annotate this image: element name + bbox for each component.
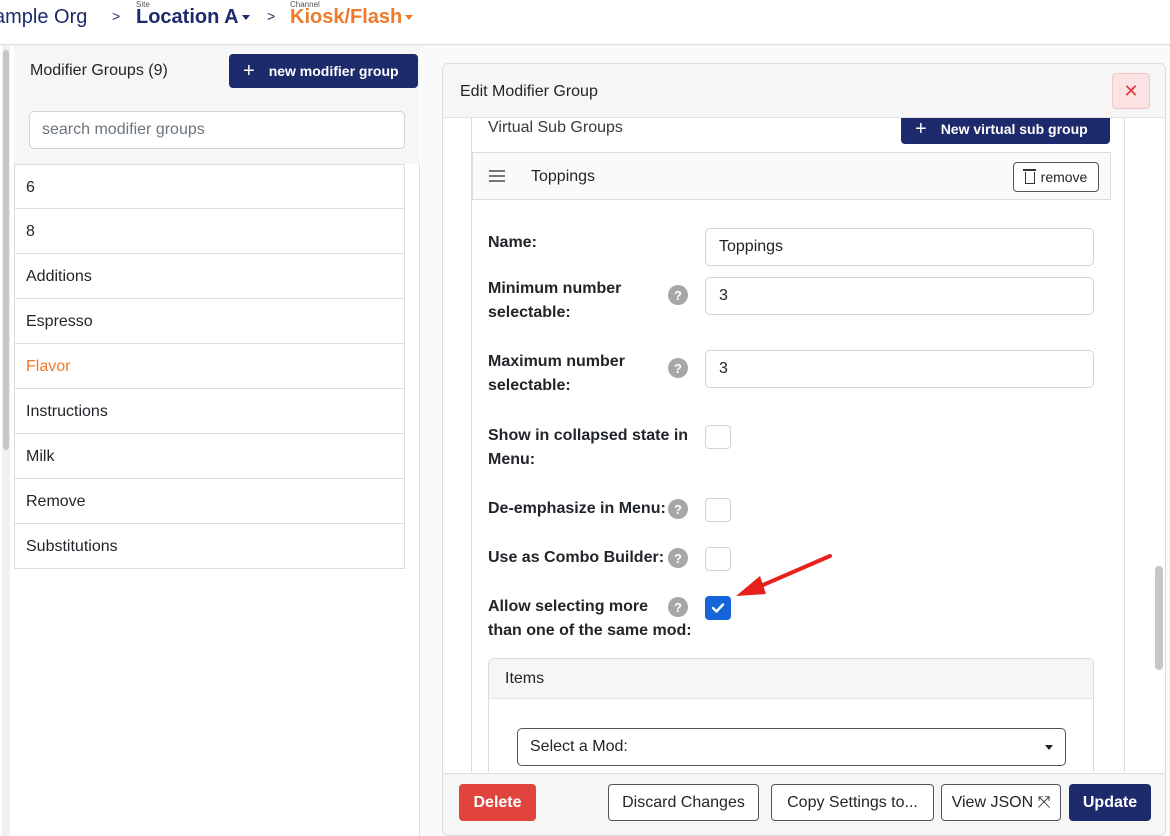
new-modifier-group-label: new modifier group (268, 63, 399, 79)
scrollbar-thumb[interactable] (3, 50, 9, 450)
name-label: Name: (488, 234, 537, 251)
modifier-group-item[interactable]: 8 (15, 209, 404, 254)
annotation-arrow-icon (736, 554, 832, 596)
close-icon: ✕ (1123, 80, 1139, 101)
select-mod-value: Select a Mod: (530, 738, 628, 755)
breadcrumb-separator: > (267, 8, 276, 24)
modifier-groups-title: Modifier Groups (9) (30, 62, 168, 79)
modifier-group-item[interactable]: Remove (15, 479, 404, 524)
min-label-line-1: Minimum number (488, 280, 622, 297)
modifier-groups-header: Modifier Groups (9) + new modifier group (14, 46, 420, 96)
modifier-group-item[interactable]: Substitutions (15, 524, 404, 569)
chevron-down-icon (1045, 745, 1053, 750)
max-selectable-field[interactable] (705, 350, 1094, 388)
update-button[interactable]: Update (1069, 784, 1151, 821)
virtual-sub-groups-title: Virtual Sub Groups (488, 119, 623, 136)
min-label-line-2: selectable: (488, 304, 571, 321)
modifier-group-item[interactable]: Flavor (15, 344, 404, 389)
modal-header: Edit Modifier Group ✕ (443, 64, 1165, 118)
sub-group-name: Toppings (531, 168, 596, 185)
allow-multiple-checkbox[interactable] (705, 596, 731, 620)
allow-multiple-label: Allow selecting more than one of the sam… (488, 595, 692, 643)
copy-settings-button[interactable]: Copy Settings to... (771, 784, 934, 821)
breadcrumb-site-name: Location A (136, 6, 239, 28)
breadcrumb-channel-label: Channel (290, 0, 320, 9)
help-icon[interactable]: ? (668, 499, 688, 519)
help-icon[interactable]: ? (668, 285, 688, 305)
virtual-sub-groups-section: Virtual Sub Groups + New virtual sub gro… (471, 118, 1125, 772)
name-field[interactable] (705, 228, 1094, 266)
modal-title: Edit Modifier Group (460, 83, 598, 100)
drag-handle-icon[interactable] (489, 170, 505, 182)
plus-icon: + (243, 60, 255, 82)
collapsed-state-label: Show in collapsed state in Menu: (488, 424, 688, 472)
checkmark-icon (711, 603, 725, 613)
modifier-groups-panel: Modifier Groups (9) + new modifier group… (0, 46, 420, 836)
min-selectable-field[interactable] (705, 277, 1094, 315)
combo-builder-label: Use as Combo Builder: (488, 549, 665, 566)
modifier-group-item[interactable]: 6 (15, 164, 404, 209)
deemphasize-checkbox[interactable] (705, 498, 731, 522)
help-icon[interactable]: ? (668, 548, 688, 568)
help-icon[interactable]: ? (668, 597, 688, 617)
modifier-group-item[interactable]: Espresso (15, 299, 404, 344)
chevron-down-icon (405, 15, 414, 21)
search-wrapper (14, 96, 420, 164)
allow-multi-label-line-2: than one of the same mod: (488, 622, 692, 639)
breadcrumb-channel[interactable]: Channel Kiosk/Flash (290, 0, 414, 29)
top-bar: ample Org > Site Location A > Channel Ki… (0, 0, 1170, 45)
max-label-line-2: selectable: (488, 377, 571, 394)
min-selectable-label: Minimum number selectable: (488, 277, 621, 325)
modifier-group-item[interactable]: Milk (15, 434, 404, 479)
scrollbar-thumb[interactable] (1155, 566, 1163, 670)
editor-scrollbar[interactable] (1153, 46, 1165, 836)
new-virtual-sub-group-button[interactable]: + New virtual sub group (901, 118, 1110, 144)
new-modifier-group-button[interactable]: + new modifier group (229, 54, 418, 88)
sub-group-header: Toppings remove (472, 152, 1111, 200)
breadcrumb-org[interactable]: ample Org (0, 6, 87, 29)
help-icon[interactable]: ? (668, 358, 688, 378)
modifier-group-item[interactable]: Instructions (15, 389, 404, 434)
collapsed-state-checkbox[interactable] (705, 425, 731, 449)
collapsed-label-line-2: Menu: (488, 451, 536, 468)
edit-modifier-group-modal: Edit Modifier Group ✕ Virtual Sub Groups… (442, 63, 1166, 836)
modal-body: Virtual Sub Groups + New virtual sub gro… (443, 118, 1165, 772)
max-selectable-label: Maximum number selectable: (488, 350, 625, 398)
delete-button[interactable]: Delete (459, 784, 536, 821)
deemphasize-label: De-emphasize in Menu: (488, 500, 666, 517)
left-scrollbar[interactable] (2, 46, 10, 836)
search-input[interactable] (29, 111, 405, 149)
remove-sub-group-button[interactable]: remove (1013, 162, 1099, 192)
combo-builder-checkbox[interactable] (705, 547, 731, 571)
breadcrumb-site-label: Site (136, 0, 150, 9)
breadcrumb-channel-name: Kiosk/Flash (290, 6, 403, 28)
plus-icon: + (915, 118, 927, 140)
max-label-line-1: Maximum number (488, 353, 625, 370)
breadcrumb-site[interactable]: Site Location A (136, 0, 250, 29)
close-button[interactable]: ✕ (1112, 73, 1150, 109)
modal-footer: Delete Discard Changes Copy Settings to.… (443, 773, 1165, 835)
collapsed-label-line-1: Show in collapsed state in (488, 427, 689, 444)
items-section: Items Select a Mod: (488, 658, 1094, 772)
modifier-group-list: 6 8 Additions Espresso Flavor Instructions Mil… (14, 164, 405, 569)
items-title: Items (489, 659, 1093, 699)
breadcrumb-separator: > (112, 8, 121, 24)
modifier-group-item[interactable]: Additions (15, 254, 404, 299)
select-mod-dropdown[interactable]: Select a Mod: (517, 728, 1066, 766)
new-virtual-sub-group-label: New virtual sub group (940, 121, 1088, 137)
discard-changes-button[interactable]: Discard Changes (608, 784, 759, 821)
view-json-button[interactable]: View JSON ⤧ (941, 784, 1061, 821)
trash-icon (1022, 169, 1036, 184)
remove-label: remove (1040, 169, 1088, 185)
chevron-down-icon (241, 15, 250, 21)
allow-multi-label-line-1: Allow selecting more (488, 598, 649, 615)
